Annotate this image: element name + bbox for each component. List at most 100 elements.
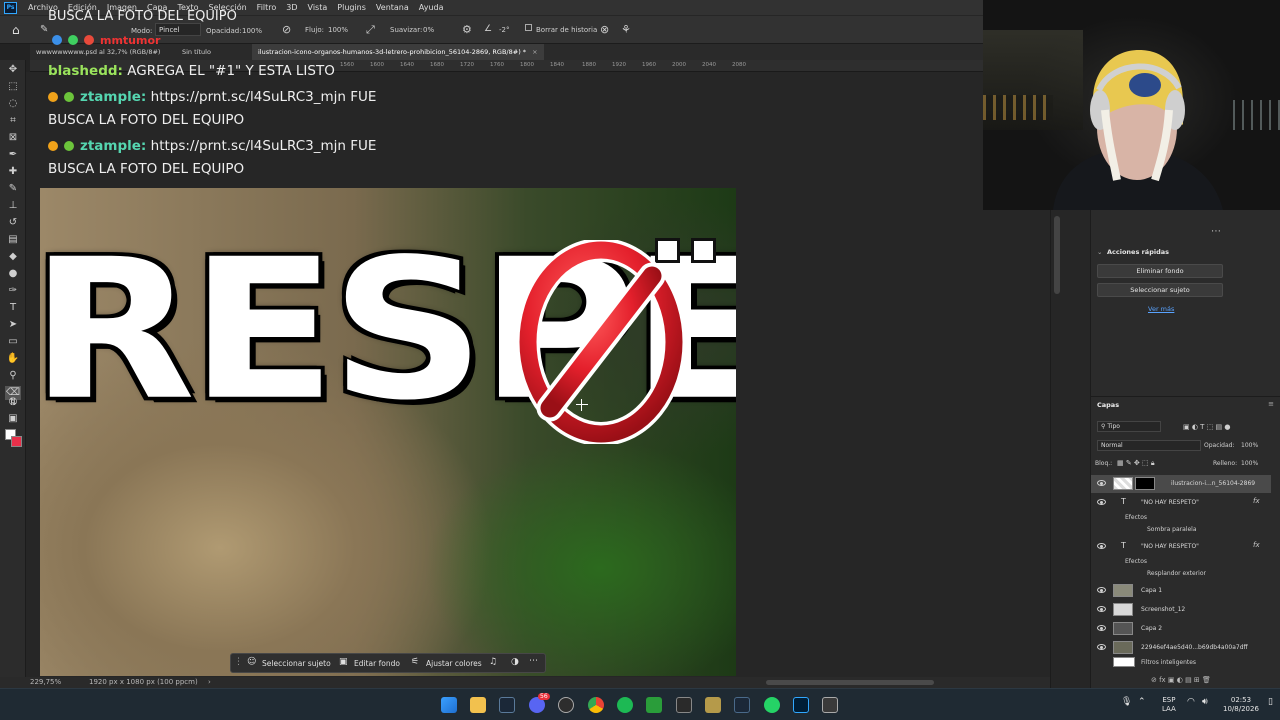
layer-row[interactable]: T "NO HAY RESPETO" fx [1091,538,1271,556]
remove-background-button[interactable]: Eliminar fondo [1097,264,1223,278]
layer-kind-filter[interactable]: ⚲ Tipo [1097,421,1161,432]
zoom-level[interactable]: 229,75% [30,678,61,686]
tab-untitled[interactable]: Sin título [176,44,217,60]
layer-row[interactable]: ilustracion-i...n_56104-2869 [1091,475,1271,493]
fx-icon[interactable]: fx [1253,541,1260,549]
tab-active-document[interactable]: ilustracion-icono-organos-humanos-3d-let… [252,44,544,60]
photoshop-taskbar-icon[interactable] [793,697,809,713]
eraser-tool-icon[interactable]: ✎ [40,24,48,35]
drag-handle-icon[interactable]: ⋮ [234,657,243,667]
tab-close-icon[interactable]: × [532,48,537,56]
app-icon[interactable] [646,697,662,713]
steam-icon[interactable] [499,697,515,713]
menu-3d[interactable]: 3D [281,3,302,12]
pressure-size-icon[interactable]: ⊗ [600,23,609,36]
chevron-up-icon[interactable]: ⌃ [1138,698,1146,707]
fill-value[interactable]: 100% [1241,460,1258,467]
eyedropper-tool-icon[interactable]: ✒ [5,148,21,162]
erase-history-checkbox[interactable] [525,24,532,31]
microphone-icon[interactable]: 🎙︎ [1121,698,1132,707]
menu-ayuda[interactable]: Ayuda [414,3,449,12]
pen-tool-icon[interactable]: ✑ [5,284,21,298]
move-tool-icon[interactable]: ✥ [5,63,21,77]
pressure-opacity-icon[interactable]: ⊘ [282,23,291,36]
path-select-tool-icon[interactable]: ➤ [5,318,21,332]
visibility-eye-icon[interactable] [1097,644,1106,650]
layer-row[interactable]: Capa 2 [1091,620,1271,638]
gradient-tool-icon[interactable]: ▤ [5,233,21,247]
blur-tool-icon[interactable]: ◆ [5,250,21,264]
app-icon[interactable] [558,697,574,713]
frame-tool-icon[interactable]: ⊠ [5,131,21,145]
brush-tool-icon[interactable]: ✎ [5,182,21,196]
chevron-right-icon[interactable]: › [208,678,211,686]
chrome-icon[interactable] [588,697,604,713]
bell-icon[interactable]: ♫ [489,657,497,667]
more-icon[interactable]: ⋯ [529,656,538,666]
airbrush-icon[interactable]: ⤢ [366,23,375,37]
menu-ventana[interactable]: Ventana [371,3,414,12]
shape-tool-icon[interactable]: ▭ [5,335,21,349]
menu-vista[interactable]: Vista [303,3,333,12]
wifi-icon[interactable]: ◠ [1187,698,1195,707]
flow-value[interactable]: 100% [328,26,348,34]
type-tool-icon[interactable]: T [5,301,21,315]
healing-tool-icon[interactable]: ✚ [5,165,21,179]
edit-background-button[interactable]: Editar fondo [354,659,400,668]
visibility-eye-icon[interactable] [1097,606,1106,612]
menu-filtro[interactable]: Filtro [252,3,282,12]
crop-tool-icon[interactable]: ⌗ [5,114,21,128]
symmetry-icon[interactable]: ⚘ [621,23,631,36]
history-brush-icon[interactable]: ↺ [5,216,21,230]
ccleaner-icon[interactable] [676,697,692,713]
layer-opacity-value[interactable]: 100% [1241,442,1258,449]
mask-icon[interactable]: ◑ [511,657,519,667]
visibility-eye-icon[interactable] [1097,499,1106,505]
steam-icon[interactable] [734,697,750,713]
marquee-tool-icon[interactable]: ⬚ [5,80,21,94]
mode-select[interactable]: Pincel [155,23,201,36]
chevron-down-icon[interactable]: ⌄ [1097,248,1102,256]
horizontal-scrollbar[interactable] [766,680,934,685]
layer-row[interactable]: 22946ef4ae5d40...b69db4a00a7dff [1091,639,1271,657]
menu-plugins[interactable]: Plugins [332,3,371,12]
visibility-eye-icon[interactable] [1097,543,1106,549]
screen-mode-icon[interactable]: ▣ [5,412,21,426]
opacity-value[interactable]: 100% [242,27,262,35]
home-icon[interactable]: ⌂ [12,23,20,37]
stamp-tool-icon[interactable]: ⊥ [5,199,21,213]
adjust-colors-button[interactable]: Ajustar colores [426,659,482,668]
file-explorer-icon[interactable] [470,697,486,713]
vertical-scrollbar[interactable] [1054,216,1060,294]
panel-menu-icon[interactable]: ≡ [1268,400,1274,408]
layer-row[interactable]: Capa 1 [1091,582,1271,600]
layer-row[interactable]: Screenshot_12 [1091,601,1271,619]
select-subject-button[interactable]: Seleccionar sujeto [262,659,331,668]
clock[interactable]: 02:53 10/8/2026 [1223,696,1259,714]
visibility-eye-icon[interactable] [1097,587,1106,593]
layer-row[interactable]: T "NO HAY RESPETO" fx [1091,494,1271,512]
filter-icons[interactable]: ▣ ◐ T ⬚ ▤ ● [1183,423,1230,431]
gear-icon[interactable]: ⚙ [462,23,472,36]
blend-mode-select[interactable]: Normal [1097,440,1201,451]
whatsapp-icon[interactable] [764,697,780,713]
visibility-eye-icon[interactable] [1097,480,1106,486]
more-icon[interactable]: ⋯ [1211,226,1221,237]
windows-start-icon[interactable] [441,697,457,713]
smoothing-value[interactable]: 0% [423,26,434,34]
volume-icon[interactable]: 🔊︎ [1202,698,1208,707]
app-icon[interactable] [822,697,838,713]
fx-icon[interactable]: fx [1253,497,1260,505]
language-indicator[interactable]: ESP LAA [1162,696,1176,714]
quick-mask-icon[interactable]: ◎ [5,395,21,409]
dodge-tool-icon[interactable]: ● [5,267,21,281]
layer-actions-icons[interactable]: ⊘ fx ▣ ◐ ▤ ⊞ 🗑︎ [1151,676,1211,684]
spotify-icon[interactable] [617,697,633,713]
document-canvas[interactable]: RESPETO [40,188,736,676]
zoom-tool-icon[interactable]: ⚲ [5,369,21,383]
layers-panel-title[interactable]: Capas [1097,401,1119,409]
notification-icon[interactable]: ▯ [1268,698,1273,707]
app-icon[interactable] [705,697,721,713]
background-color-swatch[interactable] [11,436,22,447]
lock-icons[interactable]: ▦ ✎ ✥ ⬚ 🔒︎ [1117,459,1155,468]
